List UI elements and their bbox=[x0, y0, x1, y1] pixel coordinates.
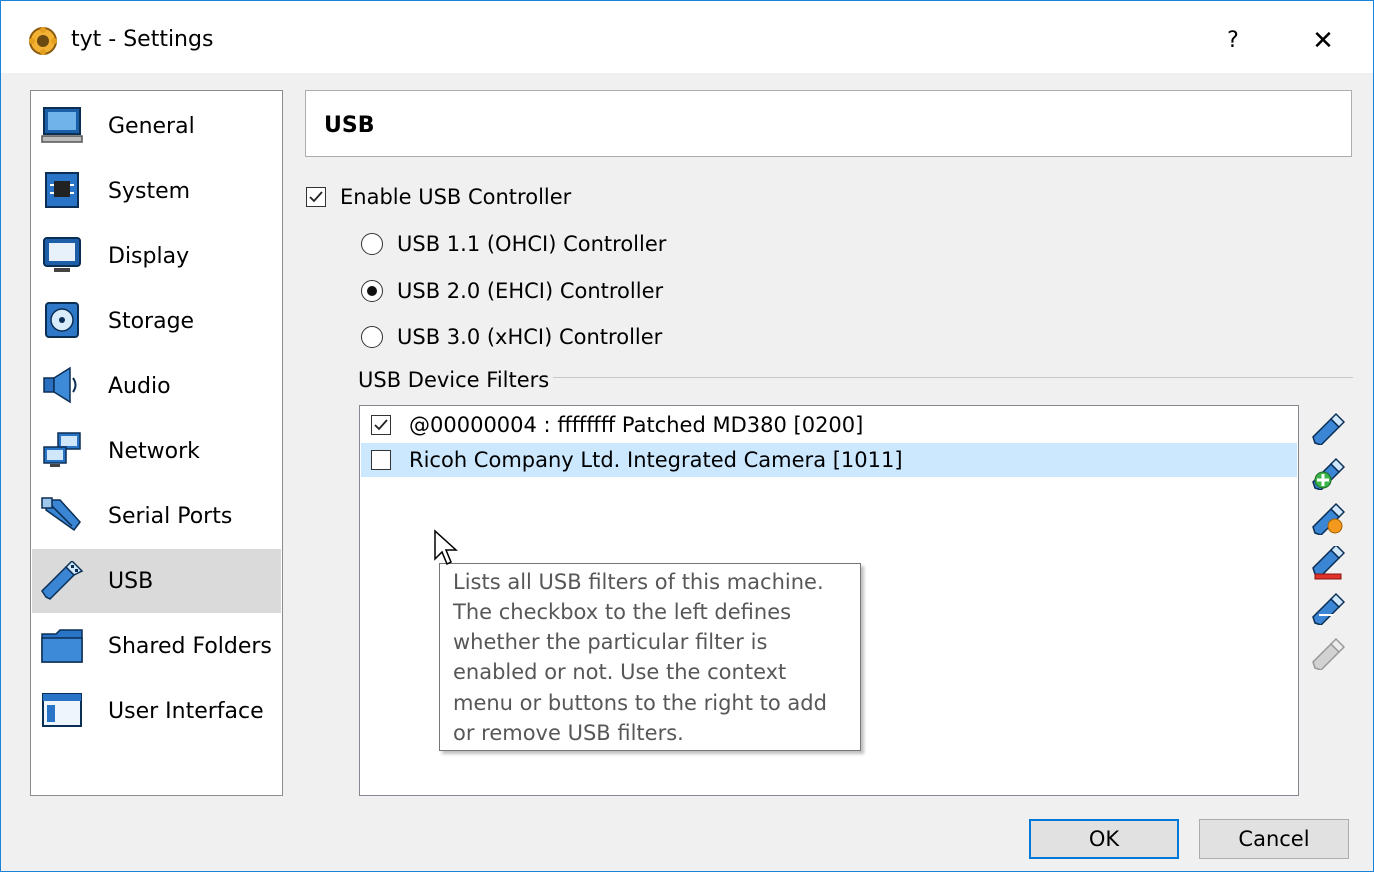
sidebar-item-label: System bbox=[108, 179, 191, 204]
mouse-cursor-icon bbox=[434, 529, 458, 566]
window-title: tyt - Settings bbox=[71, 27, 214, 52]
filter-list-tooltip: Lists all USB filters of this machine. T… bbox=[439, 563, 861, 751]
close-button[interactable]: ✕ bbox=[1301, 23, 1345, 59]
serial-ports-icon bbox=[41, 497, 81, 532]
sidebar-item-system[interactable]: System bbox=[32, 159, 281, 223]
sidebar-item-audio[interactable]: Audio bbox=[32, 354, 281, 418]
move-filter-down-icon[interactable] bbox=[1311, 636, 1345, 670]
move-filter-up-icon[interactable] bbox=[1311, 591, 1345, 625]
display-icon bbox=[43, 237, 81, 272]
checkmark-icon bbox=[309, 191, 323, 203]
sidebar-item-storage[interactable]: Storage bbox=[32, 289, 281, 353]
usb1-label[interactable]: USB 1.1 (OHCI) Controller bbox=[397, 232, 666, 256]
sidebar-item-label: Serial Ports bbox=[108, 504, 233, 529]
usb2-label[interactable]: USB 2.0 (EHCI) Controller bbox=[397, 279, 663, 303]
sidebar-item-general[interactable]: General bbox=[32, 94, 281, 158]
filter-label: @00000004 : ffffffff Patched MD380 [0200… bbox=[409, 413, 864, 437]
sidebar-item-label: Audio bbox=[108, 374, 171, 399]
virtualbox-app-icon bbox=[29, 27, 57, 55]
group-divider bbox=[553, 377, 1353, 378]
usb-icon bbox=[41, 561, 84, 600]
general-icon bbox=[41, 107, 83, 143]
usb2-radio[interactable] bbox=[361, 280, 383, 302]
tooltip-line: menu or buttons to the right to add bbox=[453, 691, 827, 715]
help-button[interactable]: ? bbox=[1213, 23, 1253, 59]
user-interface-icon bbox=[42, 693, 82, 727]
tooltip-line: whether the particular filter is bbox=[453, 630, 768, 654]
sidebar-item-label: Storage bbox=[108, 309, 195, 334]
network-icon bbox=[43, 432, 81, 467]
remove-filter-icon[interactable] bbox=[1311, 546, 1345, 580]
system-icon bbox=[45, 172, 79, 208]
usb-device-filters-label: USB Device Filters bbox=[358, 368, 550, 392]
edit-filter-icon[interactable] bbox=[1311, 501, 1345, 535]
filter-checkbox[interactable] bbox=[371, 450, 391, 470]
shared-folders-icon bbox=[41, 629, 83, 663]
sidebar-item-serial-ports[interactable]: Serial Ports bbox=[32, 484, 281, 548]
checkmark-icon bbox=[374, 419, 388, 431]
sidebar-item-user-interface[interactable]: User Interface bbox=[32, 679, 281, 743]
sidebar-item-label: User Interface bbox=[108, 699, 264, 724]
filter-checkbox[interactable] bbox=[371, 415, 391, 435]
enable-usb-label[interactable]: Enable USB Controller bbox=[340, 185, 571, 209]
tooltip-line: Lists all USB filters of this machine. bbox=[453, 570, 824, 594]
filter-row[interactable]: @00000004 : ffffffff Patched MD380 [0200… bbox=[361, 408, 1297, 442]
sidebar-item-usb[interactable]: USB bbox=[32, 549, 281, 613]
sidebar-item-label: Shared Folders bbox=[108, 634, 272, 659]
sidebar-item-label: Network bbox=[108, 439, 200, 464]
tooltip-line: enabled or not. Use the context bbox=[453, 660, 787, 684]
title-bar: tyt - Settings ? ✕ bbox=[1, 1, 1373, 73]
usb3-radio[interactable] bbox=[361, 326, 383, 348]
page-title: USB bbox=[324, 113, 375, 138]
settings-sidebar: General System Display Storage Audio Net… bbox=[30, 90, 283, 796]
sidebar-item-label: Display bbox=[108, 244, 190, 269]
storage-icon bbox=[45, 302, 79, 338]
sidebar-item-label: General bbox=[108, 114, 195, 139]
enable-usb-checkbox[interactable] bbox=[306, 187, 326, 207]
sidebar-item-network[interactable]: Network bbox=[32, 419, 281, 483]
sidebar-item-label: USB bbox=[108, 569, 154, 594]
usb3-label[interactable]: USB 3.0 (xHCI) Controller bbox=[397, 325, 662, 349]
settings-window: tyt - Settings ? ✕ General System Displa… bbox=[0, 0, 1374, 872]
audio-icon bbox=[43, 366, 77, 404]
page-header: USB bbox=[305, 90, 1352, 157]
sidebar-item-display[interactable]: Display bbox=[32, 224, 281, 288]
filter-label: Ricoh Company Ltd. Integrated Camera [10… bbox=[409, 448, 903, 472]
add-filter-from-device-icon[interactable] bbox=[1311, 456, 1345, 490]
tooltip-line: The checkbox to the left defines bbox=[453, 600, 792, 624]
sidebar-item-shared-folders[interactable]: Shared Folders bbox=[32, 614, 281, 678]
usb1-radio[interactable] bbox=[361, 233, 383, 255]
cancel-button[interactable]: Cancel bbox=[1199, 819, 1349, 859]
ok-button[interactable]: OK bbox=[1029, 819, 1179, 859]
tooltip-line: or remove USB filters. bbox=[453, 721, 684, 745]
filter-row[interactable]: Ricoh Company Ltd. Integrated Camera [10… bbox=[361, 443, 1297, 477]
add-empty-filter-icon[interactable] bbox=[1311, 411, 1345, 445]
